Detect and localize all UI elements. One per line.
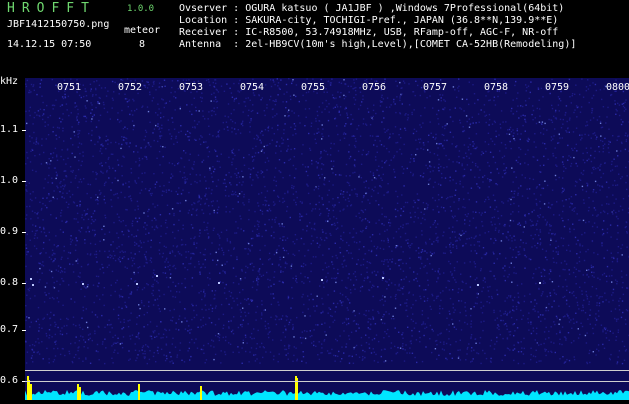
y-tick-mark [22,130,26,131]
meteor-label: meteor [124,26,160,36]
x-tick-label: 0800 [606,82,629,93]
meteor-echoes [30,275,541,286]
y-tick-mark [22,232,26,233]
x-tick-label: 0752 [118,82,142,93]
observer-line: Ovserver : OGURA katsuo ( JA1JBF ) ,Wind… [179,4,564,14]
header-panel: HROFFT 1.0.0 JBF1412150750.png meteor 14… [0,0,629,75]
y-tick-label: 1.1 [0,124,18,135]
y-axis-unit: kHz [0,76,18,87]
x-tick-label: 0751 [57,82,81,93]
y-tick-mark [22,283,26,284]
x-tick-label: 0759 [545,82,569,93]
y-tick-label: 0.9 [0,226,18,237]
y-tick-label: 0.8 [0,277,18,288]
y-tick-mark [22,330,26,331]
x-tick-label: 0757 [423,82,447,93]
spectrum-mid-line [25,381,629,382]
y-tick-mark [22,181,26,182]
x-tick-label: 0755 [301,82,325,93]
app-version: 1.0.0 [127,5,154,14]
datetime: 14.12.15 07:50 [7,40,91,50]
receiver-line: Receiver : IC-R8500, 53.74918MHz, USB, R… [179,28,558,38]
y-tick-label: 1.0 [0,175,18,186]
y-tick-label: 0.7 [0,324,18,335]
waterfall-display [25,78,629,400]
y-tick-label: 0.6 [0,375,18,386]
waterfall-plot [25,78,629,400]
spectrum-band [25,376,629,400]
x-tick-label: 0756 [362,82,386,93]
meteor-count: 8 [139,40,145,50]
noise-texture [25,78,629,364]
file-name: JBF1412150750.png [7,20,109,30]
x-tick-label: 0753 [179,82,203,93]
app-title: HROFFT [7,2,96,15]
x-tick-label: 0754 [240,82,264,93]
antenna-line: Antenna : 2el-HB9CV(10m's high,Level),[C… [179,40,576,50]
x-tick-label: 0758 [484,82,508,93]
spectrum-top-line [25,370,629,371]
location-line: Location : SAKURA-city, TOCHIGI-Pref., J… [179,16,558,26]
